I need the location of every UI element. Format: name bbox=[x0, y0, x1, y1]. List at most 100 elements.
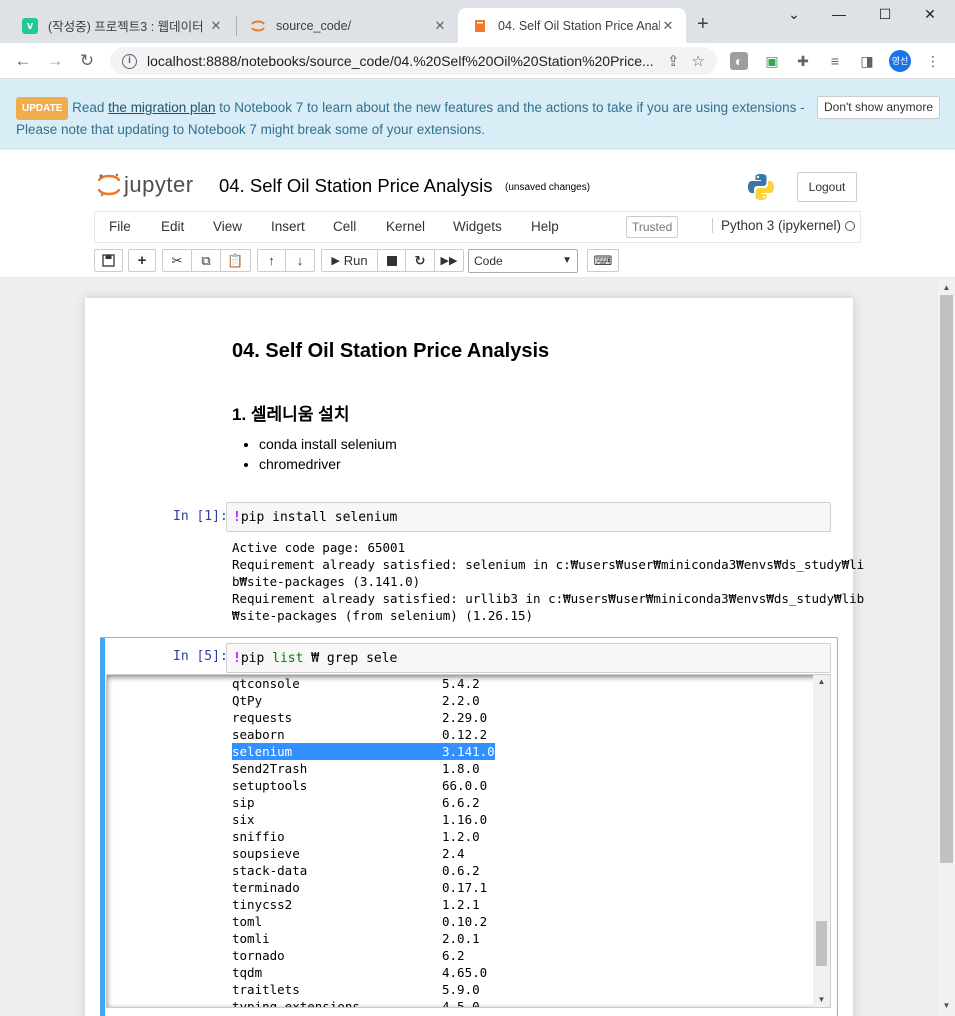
code-bang: ! bbox=[233, 510, 241, 525]
table-row: soupsieve 2.4 bbox=[232, 846, 465, 861]
paste-button[interactable]: 📋 bbox=[220, 249, 251, 272]
table-row: qtconsole 5.4.2 bbox=[232, 676, 480, 691]
menu-view[interactable]: View bbox=[213, 219, 242, 234]
close-window-icon[interactable]: ✕ bbox=[920, 6, 940, 23]
restart-run-all-button[interactable]: ▶▶ bbox=[434, 249, 464, 272]
scissors-icon: ✂ bbox=[171, 252, 183, 268]
menu-insert[interactable]: Insert bbox=[271, 219, 305, 234]
notebook-container: 04. Self Oil Station Price Analysis 1. 셀… bbox=[0, 279, 938, 1016]
code-text: pip bbox=[240, 651, 273, 666]
jupyter-logo[interactable]: jupyter bbox=[97, 172, 194, 198]
media-control-icon[interactable]: ≡ bbox=[826, 52, 844, 70]
close-tab-icon[interactable]: ✕ bbox=[432, 18, 448, 34]
save-icon bbox=[102, 254, 115, 267]
table-row: tinycss2 1.2.1 bbox=[232, 897, 480, 912]
output-line: Active code page: 65001 bbox=[232, 540, 406, 555]
chevron-down-icon: ▼ bbox=[562, 255, 572, 266]
cell-1-prompt: In [1]: bbox=[173, 509, 228, 524]
run-button[interactable]: ▶ Run bbox=[321, 249, 378, 272]
copy-button[interactable]: ⧉ bbox=[191, 249, 221, 272]
kernel-name[interactable]: Python 3 (ipykernel) bbox=[712, 218, 841, 233]
menu-kernel[interactable]: Kernel bbox=[386, 219, 425, 234]
copy-icon: ⧉ bbox=[201, 252, 211, 268]
interrupt-button[interactable] bbox=[377, 249, 406, 272]
migration-plan-link[interactable]: the migration plan bbox=[108, 100, 215, 115]
extension-avatar-icon[interactable]: ◐ bbox=[730, 52, 748, 70]
move-down-button[interactable]: ↓ bbox=[285, 249, 315, 272]
arrow-up-icon: ↑ bbox=[268, 253, 275, 268]
tab-title: 04. Self Oil Station Price Anal bbox=[498, 18, 660, 33]
cut-button[interactable]: ✂ bbox=[162, 249, 192, 272]
table-row: six 1.16.0 bbox=[232, 812, 488, 827]
save-button[interactable] bbox=[94, 249, 123, 272]
table-row: tomli 2.0.1 bbox=[232, 931, 480, 946]
cell-1-input[interactable]: !pip install selenium bbox=[226, 502, 831, 532]
code-keyword: list bbox=[272, 651, 304, 666]
command-palette-button[interactable]: ⌨ bbox=[587, 249, 619, 272]
extensions-puzzle-icon[interactable]: ✚ bbox=[794, 52, 812, 70]
fast-forward-icon: ▶▶ bbox=[440, 255, 458, 267]
output-line: b₩site-packages (3.141.0) bbox=[232, 574, 421, 589]
table-row: seaborn 0.12.2 bbox=[232, 727, 488, 742]
more-menu-icon[interactable]: ⋮ bbox=[924, 52, 942, 70]
back-arrow-icon[interactable]: ← bbox=[12, 50, 34, 72]
table-row: setuptools 66.0.0 bbox=[232, 778, 488, 793]
scroll-down-arrow-icon[interactable]: ▼ bbox=[813, 995, 830, 1004]
scroll-down-arrow-icon[interactable]: ▼ bbox=[938, 1001, 955, 1010]
browser-tab-notebook[interactable]: 04. Self Oil Station Price Anal ✕ bbox=[458, 8, 686, 43]
forward-arrow-icon[interactable]: → bbox=[44, 50, 66, 72]
code-text: ₩ grep sele bbox=[303, 651, 398, 666]
browser-tab-velog[interactable]: v (작성중) 프로젝트3 : 웹데이터 ✕ bbox=[8, 8, 234, 43]
output-scrollbar[interactable]: ▲ ▼ bbox=[813, 675, 830, 1007]
menu-widgets[interactable]: Widgets bbox=[453, 219, 502, 234]
page-scrollbar-thumb[interactable] bbox=[940, 295, 953, 863]
page-scrollbar[interactable]: ▲ ▼ bbox=[938, 279, 955, 1016]
extension-screen-icon[interactable]: ▣ bbox=[763, 52, 781, 70]
menu-help[interactable]: Help bbox=[531, 219, 559, 234]
velog-favicon-icon: v bbox=[22, 17, 38, 34]
cell-type-select[interactable]: Code ▼ bbox=[468, 249, 578, 273]
cell-2-scrolled-output[interactable]: qtconsole 5.4.2 QtPy 2.2.0 requests 2.29.0 … bbox=[106, 674, 831, 1008]
plus-icon: + bbox=[137, 252, 147, 269]
scroll-up-arrow-icon[interactable]: ▲ bbox=[813, 677, 830, 686]
trusted-indicator[interactable]: Trusted bbox=[626, 216, 679, 238]
minimize-icon[interactable]: — bbox=[829, 6, 849, 22]
side-panel-icon[interactable]: ◨ bbox=[858, 52, 876, 70]
output-scrollbar-thumb[interactable] bbox=[816, 921, 827, 966]
browser-toolbar: ← → ↻ i localhost:8888/notebooks/source_… bbox=[0, 43, 955, 79]
list-item: conda install selenium bbox=[259, 436, 397, 452]
cell-2-prompt: In [5]: bbox=[173, 649, 228, 664]
table-row: requests 2.29.0 bbox=[232, 710, 488, 725]
profile-avatar[interactable]: 영선 bbox=[889, 50, 911, 72]
menu-file[interactable]: File bbox=[109, 219, 131, 234]
notebook-title[interactable]: 04. Self Oil Station Price Analysis bbox=[219, 175, 493, 197]
run-label: Run bbox=[343, 253, 368, 268]
tab-search-chevron-icon[interactable]: ⌄ bbox=[784, 6, 804, 23]
restart-icon: ↻ bbox=[414, 252, 426, 268]
close-tab-icon[interactable]: ✕ bbox=[208, 18, 224, 34]
dont-show-anymore-button[interactable]: Don't show anymore bbox=[817, 96, 941, 119]
restart-button[interactable]: ↻ bbox=[405, 249, 435, 272]
logout-button[interactable]: Logout bbox=[797, 172, 857, 202]
output-line: Requirement already satisfied: selenium … bbox=[232, 557, 865, 572]
arrow-down-icon: ↓ bbox=[296, 253, 304, 268]
move-up-button[interactable]: ↑ bbox=[257, 249, 286, 272]
reload-icon[interactable]: ↻ bbox=[76, 50, 98, 72]
menu-edit[interactable]: Edit bbox=[161, 219, 184, 234]
site-info-icon[interactable]: i bbox=[122, 53, 137, 69]
bookmark-star-icon[interactable]: ☆ bbox=[692, 52, 705, 70]
scroll-up-arrow-icon[interactable]: ▲ bbox=[938, 283, 955, 292]
maximize-icon[interactable]: ☐ bbox=[875, 6, 895, 23]
browser-tab-source-code[interactable]: source_code/ ✕ bbox=[236, 8, 458, 43]
table-row: tqdm 4.65.0 bbox=[232, 965, 488, 980]
share-icon[interactable]: ⇪ bbox=[667, 52, 680, 70]
play-icon: ▶ bbox=[331, 255, 340, 267]
insert-cell-button[interactable]: + bbox=[128, 249, 156, 272]
new-tab-icon[interactable]: + bbox=[697, 13, 709, 36]
stop-icon bbox=[386, 255, 397, 266]
menu-cell[interactable]: Cell bbox=[333, 219, 356, 234]
cell-2-input[interactable]: !pip list ₩ grep sele bbox=[226, 643, 831, 673]
update-banner: UPDATE Read the migration plan to Notebo… bbox=[0, 80, 955, 149]
close-tab-icon[interactable]: ✕ bbox=[660, 18, 676, 34]
address-bar[interactable]: i localhost:8888/notebooks/source_code/0… bbox=[110, 47, 717, 75]
